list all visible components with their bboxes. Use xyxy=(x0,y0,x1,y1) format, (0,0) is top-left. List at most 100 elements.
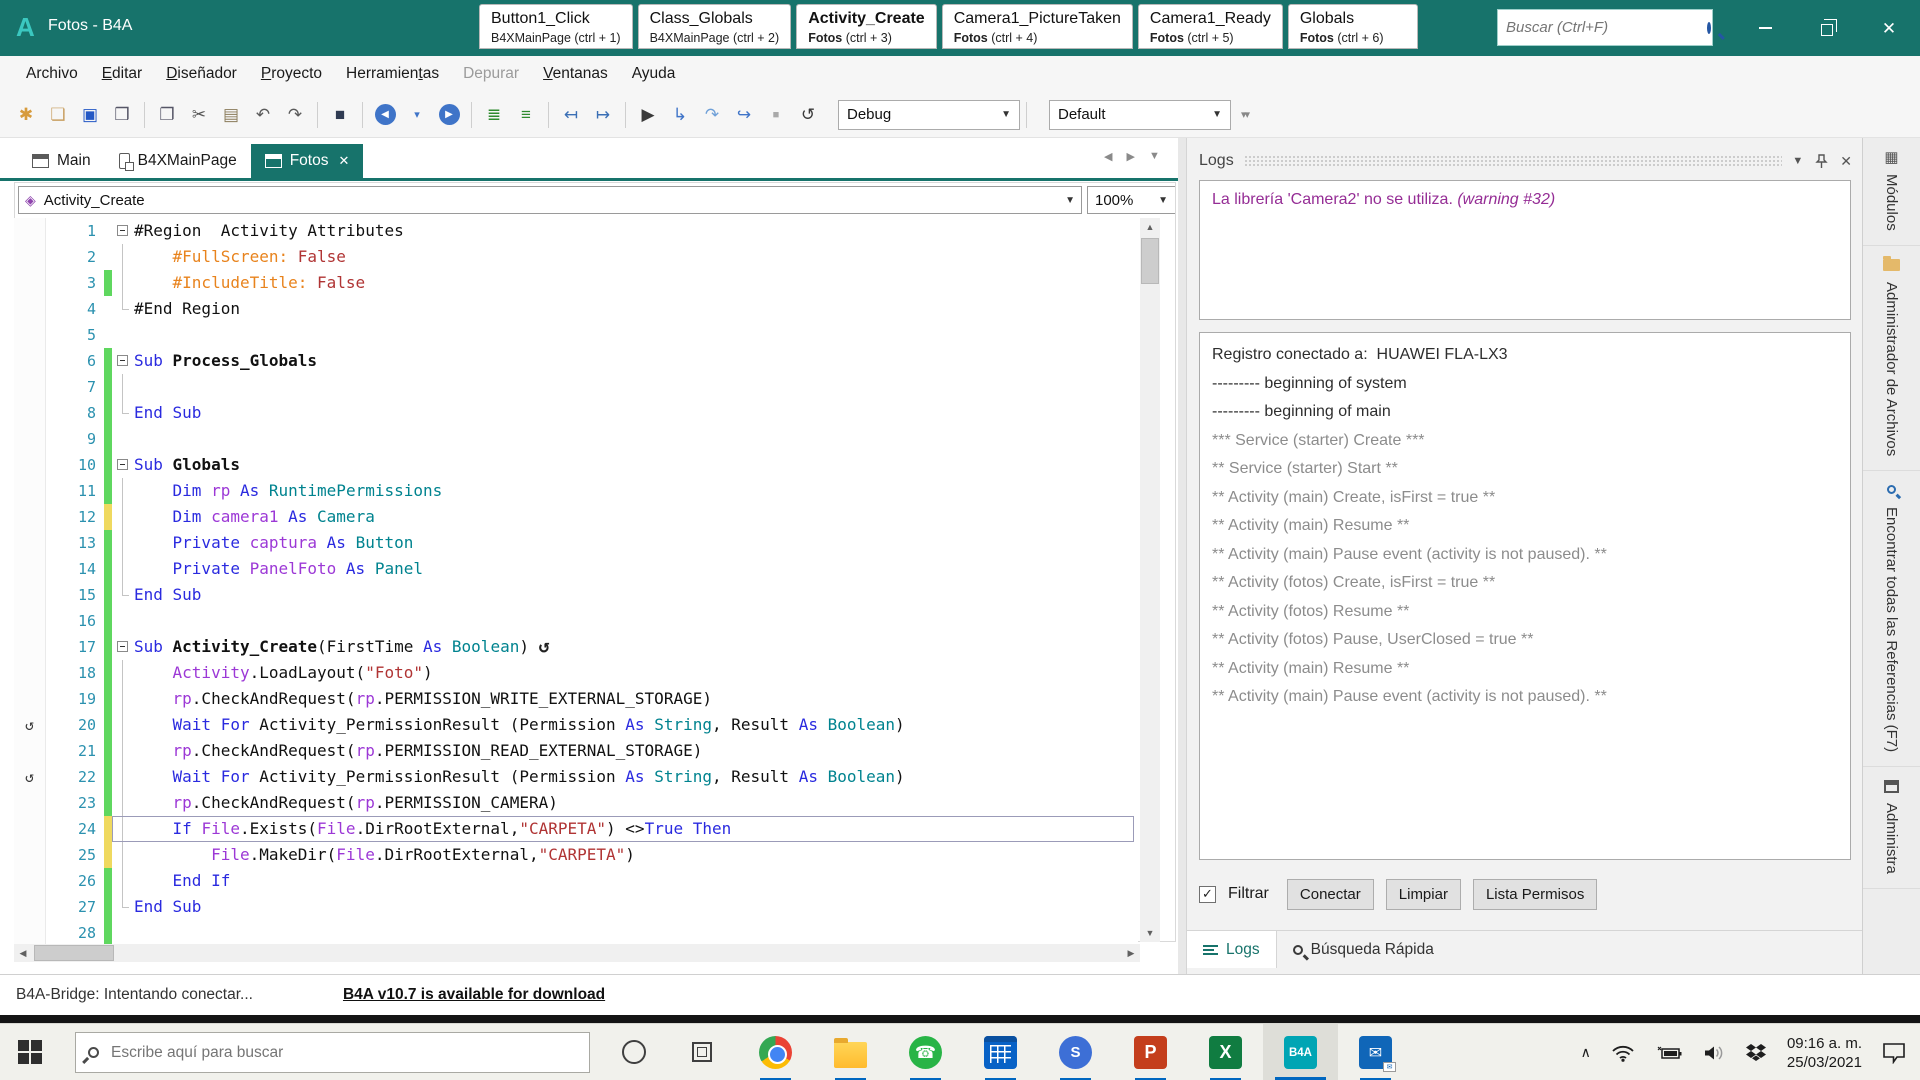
clock[interactable]: 09:16 a. m. 25/03/2021 xyxy=(1787,1034,1862,1072)
save-icon[interactable]: ▣ xyxy=(75,100,105,130)
menu-herramientas[interactable]: Herramientas xyxy=(334,58,451,90)
code-line-16[interactable]: 16 xyxy=(14,608,1138,634)
battery-icon[interactable] xyxy=(1655,1045,1683,1061)
code-editor[interactable]: 1#Region Activity Attributes2 #FullScree… xyxy=(14,218,1138,948)
fold-collapse-icon[interactable] xyxy=(117,225,128,236)
minimize-button[interactable] xyxy=(1734,0,1796,56)
designer-icon[interactable]: ❐ xyxy=(152,100,182,130)
taskbar-app-powerpoint[interactable]: P xyxy=(1113,1024,1188,1080)
search-box[interactable] xyxy=(1497,9,1713,46)
scroll-right-icon[interactable]: ▶ xyxy=(1122,948,1140,959)
module-tab-globals[interactable]: GlobalsFotos (ctrl + 6) xyxy=(1288,4,1418,49)
side-tab-folder[interactable]: Administrador de Archivos xyxy=(1863,246,1920,471)
toolbar-overflow-icon[interactable]: ▾▾ xyxy=(1241,108,1248,121)
editor-vertical-scrollbar[interactable]: ▲ ▼ xyxy=(1140,218,1160,942)
tray-expand-icon[interactable]: ∧ xyxy=(1581,1044,1591,1061)
panel-close-icon[interactable]: ✕ xyxy=(1840,153,1852,170)
menu-editar[interactable]: Editar xyxy=(90,58,155,90)
code-line-13[interactable]: 13 Private captura As Button xyxy=(14,530,1138,556)
outdent-icon[interactable]: ↤ xyxy=(556,100,586,130)
run-icon[interactable]: ▶ xyxy=(633,100,663,130)
code-line-3[interactable]: 3 #IncludeTitle: False xyxy=(14,270,1138,296)
module-tab-button1_click[interactable]: Button1_ClickB4XMainPage (ctrl + 1) xyxy=(479,4,633,49)
module-tab-camera1_ready[interactable]: Camera1_ReadyFotos (ctrl + 5) xyxy=(1138,4,1283,49)
nav-back-icon[interactable]: ◀ xyxy=(370,100,400,130)
taskbar-search-input[interactable] xyxy=(111,1044,577,1062)
restart-icon[interactable]: ↺ xyxy=(793,100,823,130)
code-line-6[interactable]: 6Sub Process_Globals xyxy=(14,348,1138,374)
horizontal-scroll-thumb[interactable] xyxy=(34,945,114,961)
paste-icon[interactable]: ▤ xyxy=(216,100,246,130)
compiler-warnings-box[interactable]: La librería 'Camera2' no se utiliza. (wa… xyxy=(1199,180,1851,320)
compile-icon[interactable]: ■ xyxy=(325,100,355,130)
module-tab-class_globals[interactable]: Class_GlobalsB4XMainPage (ctrl + 2) xyxy=(638,4,792,49)
taskbar-app-teams[interactable]: S xyxy=(1038,1024,1113,1080)
wifi-icon[interactable] xyxy=(1611,1044,1635,1062)
save-all-icon[interactable]: ❒ xyxy=(107,100,137,130)
fold-collapse-icon[interactable] xyxy=(117,355,128,366)
code-line-15[interactable]: 15End Sub xyxy=(14,582,1138,608)
code-line-4[interactable]: 4#End Region xyxy=(14,296,1138,322)
side-tab-window[interactable]: Administra xyxy=(1863,767,1920,889)
restore-button[interactable] xyxy=(1796,0,1858,56)
task-view-button[interactable] xyxy=(692,1042,712,1062)
dropbox-icon[interactable] xyxy=(1745,1043,1767,1063)
fold-collapse-icon[interactable] xyxy=(117,641,128,652)
editor-horizontal-scrollbar[interactable]: ◀ ▶ xyxy=(14,944,1140,962)
code-line-20[interactable]: ↺20 Wait For Activity_PermissionResult (… xyxy=(14,712,1138,738)
code-line-19[interactable]: 19 rp.CheckAndRequest(rp.PERMISSION_WRIT… xyxy=(14,686,1138,712)
taskbar-search[interactable] xyxy=(75,1032,590,1073)
taskbar-app-outlook[interactable]: ✉✉ xyxy=(1338,1024,1413,1080)
menu-archivo[interactable]: Archivo xyxy=(14,58,90,90)
code-line-28[interactable]: 28 xyxy=(14,920,1138,946)
logs-panel-header[interactable]: Logs ▼ ✕ xyxy=(1199,148,1852,174)
code-line-10[interactable]: 10Sub Globals xyxy=(14,452,1138,478)
doc-tab-b4xmainpage[interactable]: B4XMainPage xyxy=(105,144,251,178)
vertical-scroll-thumb[interactable] xyxy=(1141,238,1159,284)
comment-icon[interactable]: ≣ xyxy=(479,100,509,130)
menu-proyecto[interactable]: Proyecto xyxy=(249,58,334,90)
code-line-17[interactable]: 17Sub Activity_Create(FirstTime As Boole… xyxy=(14,634,1138,660)
close-button[interactable]: ✕ xyxy=(1858,0,1920,56)
module-tab-activity_create[interactable]: Activity_CreateFotos (ctrl + 3) xyxy=(796,4,937,49)
tab-list-icon[interactable]: ▼ xyxy=(1149,150,1160,163)
search-input[interactable] xyxy=(1506,19,1707,36)
scroll-down-icon[interactable]: ▼ xyxy=(1140,924,1160,942)
code-line-1[interactable]: 1#Region Activity Attributes xyxy=(14,218,1138,244)
menu-diseñador[interactable]: Diseñador xyxy=(154,58,249,90)
redo-icon[interactable]: ↷ xyxy=(280,100,310,130)
panel-menu-icon[interactable]: ▼ xyxy=(1792,155,1803,167)
taskbar-app-file-explorer[interactable] xyxy=(813,1024,888,1080)
build-config-dropdown[interactable]: Default▼ xyxy=(1049,100,1231,130)
code-line-12[interactable]: 12 Dim camera1 As Camera xyxy=(14,504,1138,530)
cut-icon[interactable]: ✂ xyxy=(184,100,214,130)
volume-icon[interactable] xyxy=(1703,1044,1725,1062)
connect-button[interactable]: Conectar xyxy=(1287,879,1374,910)
taskbar-app-excel[interactable]: X xyxy=(1188,1024,1263,1080)
code-line-8[interactable]: 8End Sub xyxy=(14,400,1138,426)
start-button[interactable] xyxy=(18,1040,42,1064)
code-line-22[interactable]: ↺22 Wait For Activity_PermissionResult (… xyxy=(14,764,1138,790)
action-center-icon[interactable] xyxy=(1882,1042,1906,1064)
doc-tab-fotos[interactable]: Fotos✕ xyxy=(251,144,364,178)
code-line-26[interactable]: 26 End If xyxy=(14,868,1138,894)
code-line-11[interactable]: 11 Dim rp As RuntimePermissions xyxy=(14,478,1138,504)
log-output-box[interactable]: Registro conectado a: HUAWEI FLA-LX3----… xyxy=(1199,332,1851,860)
clear-button[interactable]: Limpiar xyxy=(1386,879,1461,910)
pause-icon[interactable]: ■ xyxy=(761,100,791,130)
menu-ventanas[interactable]: Ventanas xyxy=(531,58,620,90)
step-over-icon[interactable]: ↷ xyxy=(697,100,727,130)
menu-ayuda[interactable]: Ayuda xyxy=(620,58,688,90)
permissions-list-button[interactable]: Lista Permisos xyxy=(1473,879,1597,910)
module-tab-camera1_picturetaken[interactable]: Camera1_PictureTakenFotos (ctrl + 4) xyxy=(942,4,1133,49)
panel-grip[interactable] xyxy=(1244,155,1783,167)
uncomment-icon[interactable]: ≡ xyxy=(511,100,541,130)
code-line-24[interactable]: 24 If File.Exists(File.DirRootExternal,"… xyxy=(14,816,1138,842)
tab-scroll-right-icon[interactable]: ▶ xyxy=(1126,150,1134,163)
code-line-7[interactable]: 7 xyxy=(14,374,1138,400)
code-line-23[interactable]: 23 rp.CheckAndRequest(rp.PERMISSION_CAME… xyxy=(14,790,1138,816)
debug-mode-dropdown[interactable]: Debug▼ xyxy=(838,100,1020,130)
update-download-link[interactable]: B4A v10.7 is available for download xyxy=(343,986,605,1004)
taskbar-app-b4a[interactable]: B4A xyxy=(1263,1024,1338,1080)
code-line-2[interactable]: 2 #FullScreen: False xyxy=(14,244,1138,270)
